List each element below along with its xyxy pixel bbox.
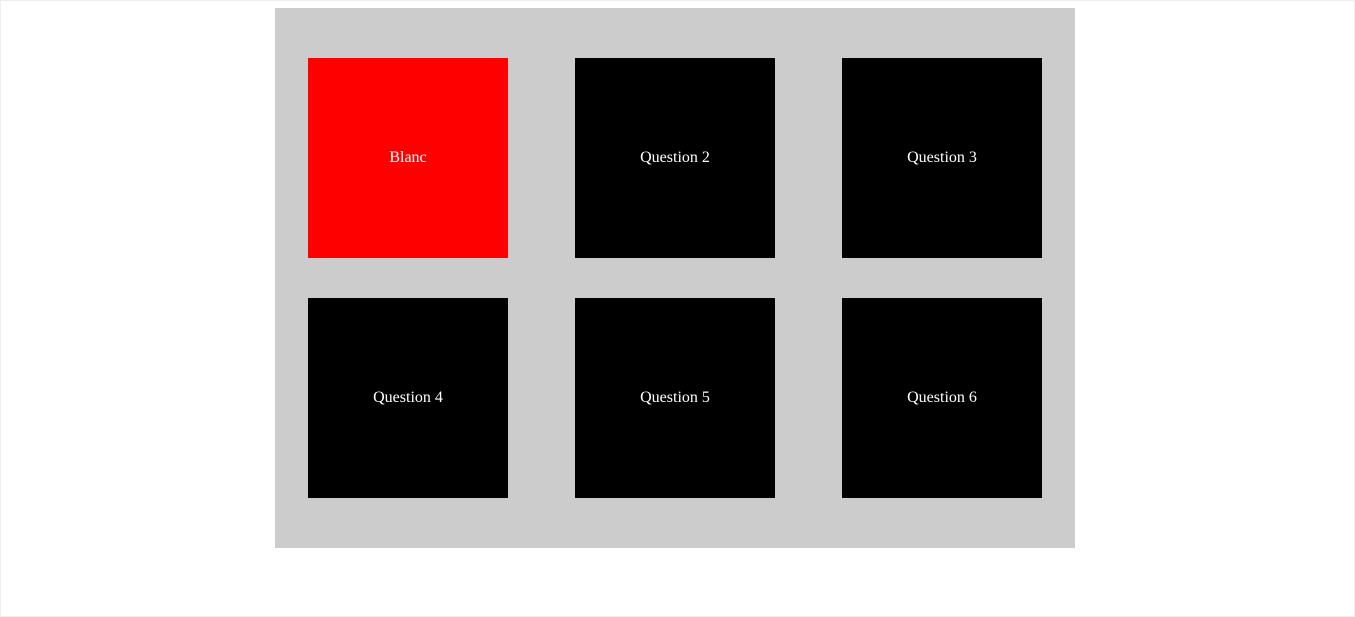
- tile-question-2[interactable]: Question 2: [575, 58, 775, 258]
- tile-blanc[interactable]: Blanc: [308, 58, 508, 258]
- tile-question-4[interactable]: Question 4: [308, 298, 508, 498]
- tile-label: Question 4: [373, 389, 443, 406]
- tile-label: Question 3: [907, 149, 977, 166]
- tile-question-5[interactable]: Question 5: [575, 298, 775, 498]
- tile-question-6[interactable]: Question 6: [842, 298, 1042, 498]
- tile-label: Blanc: [389, 149, 427, 166]
- tile-label: Question 6: [907, 389, 977, 406]
- tile-label: Question 2: [640, 149, 710, 166]
- tile-question-3[interactable]: Question 3: [842, 58, 1042, 258]
- tile-label: Question 5: [640, 389, 710, 406]
- question-board: Blanc Question 2 Question 3 Question 4 Q…: [275, 8, 1075, 548]
